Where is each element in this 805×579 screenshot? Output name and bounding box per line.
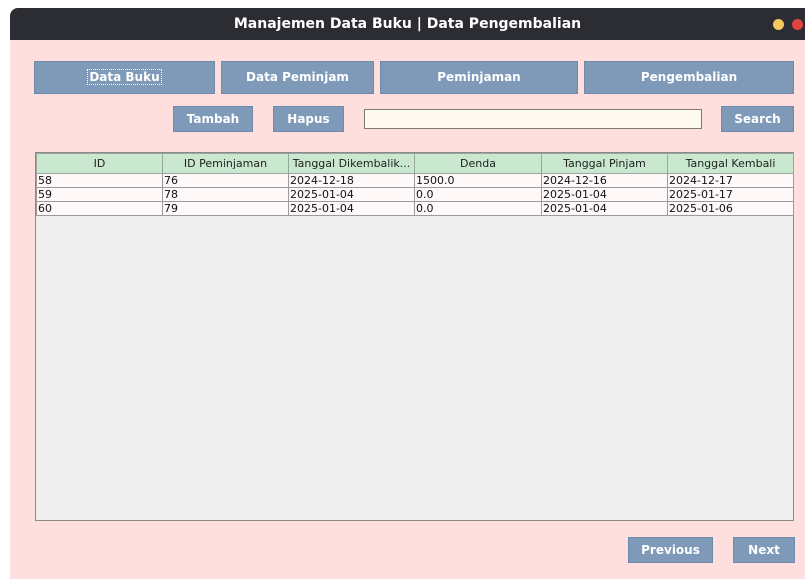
app-window: Manajemen Data Buku | Data Pengembalian …: [10, 8, 805, 579]
column-header-denda[interactable]: Denda: [414, 153, 542, 174]
table-viewport[interactable]: ID ID Peminjaman Tanggal Dikembalik... D…: [35, 152, 794, 521]
nav-data-peminjam-button[interactable]: Data Peminjam: [221, 61, 374, 94]
table-cell[interactable]: 2025-01-04: [541, 187, 668, 202]
table-cell[interactable]: 2025-01-06: [667, 201, 794, 216]
table-cell[interactable]: 78: [162, 187, 289, 202]
column-header-tanggal-dikembalikan[interactable]: Tanggal Dikembalik...: [288, 153, 415, 174]
search-button[interactable]: Search: [721, 106, 794, 132]
previous-button[interactable]: Previous: [628, 537, 713, 563]
table-cell[interactable]: 76: [162, 173, 289, 188]
table-cell[interactable]: 60: [36, 201, 163, 216]
column-header-tanggal-kembali[interactable]: Tanggal Kembali: [667, 153, 794, 174]
nav-peminjaman-button[interactable]: Peminjaman: [380, 61, 578, 94]
table-cell[interactable]: 0.0: [414, 187, 542, 202]
table-cell[interactable]: 2024-12-17: [667, 173, 794, 188]
table-cell[interactable]: 2024-12-16: [541, 173, 668, 188]
tambah-button[interactable]: Tambah: [173, 106, 253, 132]
table-cell[interactable]: 58: [36, 173, 163, 188]
search-input[interactable]: [364, 109, 702, 129]
table-cell[interactable]: 0.0: [414, 201, 542, 216]
minimize-button[interactable]: [773, 19, 784, 30]
table-row[interactable]: 59 78 2025-01-04 0.0 2025-01-04 2025-01-…: [36, 187, 794, 202]
table-cell[interactable]: 2025-01-04: [288, 187, 415, 202]
column-header-id[interactable]: ID: [36, 153, 163, 174]
table-cell[interactable]: 1500.0: [414, 173, 542, 188]
close-button[interactable]: [792, 19, 803, 30]
table-header-row: ID ID Peminjaman Tanggal Dikembalik... D…: [36, 153, 794, 174]
window-title: Manajemen Data Buku | Data Pengembalian: [233, 16, 582, 32]
table-cell[interactable]: 2025-01-04: [541, 201, 668, 216]
column-header-id-peminjaman[interactable]: ID Peminjaman: [162, 153, 289, 174]
table-cell[interactable]: 2025-01-17: [667, 187, 794, 202]
nav-data-buku-label: Data Buku: [87, 69, 162, 85]
nav-data-buku-button[interactable]: Data Buku: [34, 61, 215, 94]
hapus-button[interactable]: Hapus: [273, 106, 344, 132]
column-header-tanggal-pinjam[interactable]: Tanggal Pinjam: [541, 153, 668, 174]
table-cell[interactable]: 79: [162, 201, 289, 216]
data-table: ID ID Peminjaman Tanggal Dikembalik... D…: [36, 153, 794, 216]
table-row[interactable]: 58 76 2024-12-18 1500.0 2024-12-16 2024-…: [36, 173, 794, 188]
table-cell[interactable]: 2025-01-04: [288, 201, 415, 216]
title-bar[interactable]: Manajemen Data Buku | Data Pengembalian: [10, 8, 805, 40]
table-row[interactable]: 60 79 2025-01-04 0.0 2025-01-04 2025-01-…: [36, 201, 794, 216]
table-cell[interactable]: 59: [36, 187, 163, 202]
table-cell[interactable]: 2024-12-18: [288, 173, 415, 188]
next-button[interactable]: Next: [733, 537, 795, 563]
nav-pengembalian-button[interactable]: Pengembalian: [584, 61, 794, 94]
